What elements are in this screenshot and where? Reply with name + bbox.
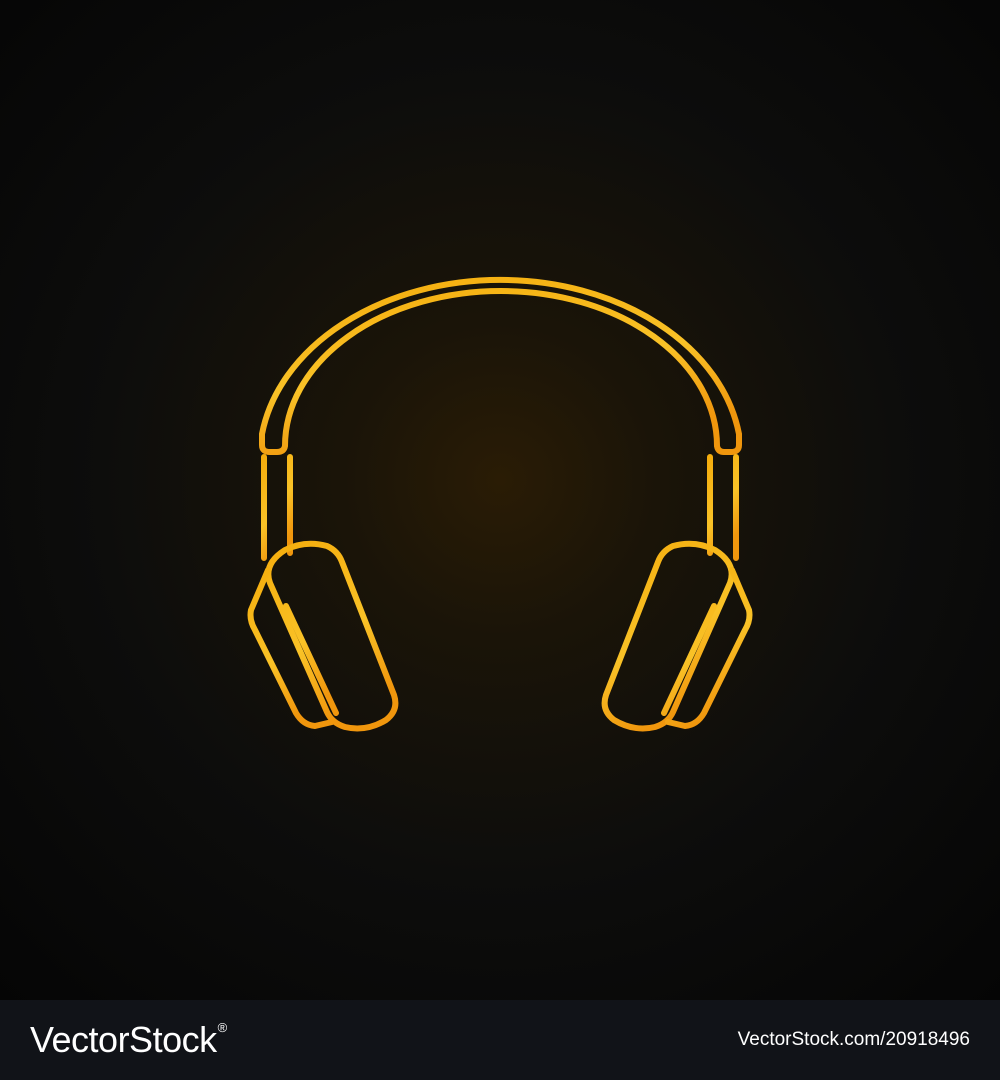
left-yoke: [261, 454, 293, 561]
watermark-footer: VectorStock® VectorStock.com/20918496: [0, 1000, 1000, 1080]
illustration-canvas: [0, 0, 1000, 1000]
brand-name: VectorStock: [30, 1019, 217, 1060]
headband: [259, 276, 742, 455]
headphones-icon: [247, 276, 753, 732]
brand-logo: VectorStock®: [30, 1020, 227, 1060]
image-id-label: VectorStock.com/20918496: [737, 1029, 970, 1050]
registered-mark: ®: [217, 1020, 228, 1035]
right-yoke: [707, 454, 739, 561]
